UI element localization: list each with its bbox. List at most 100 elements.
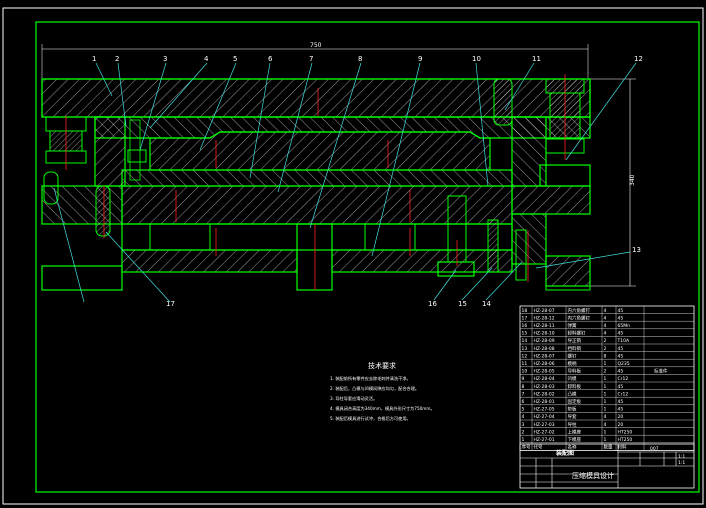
bom-cell: 导柱 [568,421,577,428]
cad-drawing-canvas[interactable]: 750 340 1 2 3 4 5 6 7 8 9 10 11 12131415… [0,0,706,508]
bom-cell: 45 [618,331,624,337]
drawing-number: 007 [650,446,659,452]
bom-cell: 6 [522,399,525,405]
part-number-label: 14 [482,300,491,308]
bom-cell: T10A [617,338,630,344]
note-line: 4. 模具闭合高度为340mm，模具外形尺寸为750mm。 [330,405,435,412]
bom-cell: 18 [522,308,528,314]
part-number-label: 1 [92,55,96,63]
bom-cell: HZ-28-09 [534,338,555,344]
bom-cell: HZ-28-10 [534,331,555,337]
bom-cell: 1 [604,437,607,443]
bom-cell: 1 [604,384,607,390]
bom-cell: HT250 [618,429,633,435]
part-number-label: 4 [204,55,209,63]
bom-cell: 导料板 [568,368,582,375]
bom-header-cell: 材料 [618,444,627,451]
bom-cell: Cr12 [618,391,629,397]
bom-cell: 10 [522,369,528,375]
drawing-subtitle: 压缩模具设计 [572,471,614,480]
bom-cell: 15 [522,331,528,337]
bom-cell: 1 [604,429,607,435]
drawing-title: 装配图 [555,449,574,457]
bom-cell: HZ-27-05 [534,407,555,413]
bom-cell: HZ-28-07 [534,308,555,314]
stripper-plate [121,169,513,187]
bom-cell: 1 [604,361,607,367]
bom-cell: 4 [604,422,607,428]
bom-cell: 45 [618,346,624,352]
bom-cell: 卸料螺钉 [568,330,586,337]
bom-cell: 内六角螺钉 [568,314,591,321]
bom-cell: 1 [522,437,525,443]
bom-cell: 4 [522,414,525,420]
part-number-label: 10 [472,55,481,63]
bom-cell: 17 [522,315,528,321]
bom-cell: 弹簧 [568,322,577,329]
bom-header-cell: 数量 [604,444,613,451]
part-number-label: 7 [309,55,313,63]
bom-cell: HZ-27-02 [534,429,555,435]
part-number-label: 9 [418,55,422,63]
bom-cell: HZ-28-12 [534,315,555,321]
bom-cell: 凸模 [568,390,577,397]
bom-cell: 45 [618,399,624,405]
note-line: 2. 装配后，凸模与凹模间隙应均匀，配合合理。 [330,385,419,392]
bom-cell: 1 [604,399,607,405]
width-dimension: 750 [41,42,589,78]
bom-cell: 45 [618,407,624,413]
bom-cell: HZ-28-05 [534,369,555,375]
bom-cell: 8 [604,353,607,359]
bom-cell: 2 [522,429,525,435]
bom-cell: HZ-27-01 [534,437,555,443]
note-line: 1. 装配前所有零件应去除毛刺并清洗干净。 [330,375,411,382]
bom-header-cell: 序号 [522,444,531,451]
bom-cell: 固定板 [568,398,582,405]
bom-cell: 螺钉 [568,352,577,359]
bom-cell: 导套 [568,413,577,420]
bom-cell: 1 [604,391,607,397]
technical-notes: 技术要求 1. 装配前所有零件应去除毛刺并清洗干净。 2. 装配后，凸模与凹模间… [330,361,435,422]
part-number-label: 13 [632,246,641,254]
bom-cell: 上模座 [568,428,582,435]
bom-cell: 4 [604,315,607,321]
bom-cell: HZ-28-04 [534,376,555,382]
bom-cell: HZ-27-04 [534,414,555,420]
bom-cell: 45 [618,308,624,314]
part-number-label: 15 [458,300,467,308]
bom-cell: HZ-28-06 [534,361,555,367]
bom-cell: 20 [618,422,624,428]
bom-cell: 2 [604,369,607,375]
part-number-label: 6 [268,55,273,63]
bom-cell: 12 [522,353,528,359]
part-number-label: 17 [166,300,175,308]
part-number-label: 5 [233,55,237,63]
bom-cell: 7 [522,391,525,397]
bom-cell: 4 [604,331,607,337]
bom-cell: 2 [604,338,607,344]
bom-cell: HZ-27-03 [534,422,555,428]
bom-cell: 1 [604,407,607,413]
bom-cell: 8 [522,384,525,390]
note-line: 5. 装配后模具进行试冲，合格后方可使用。 [330,415,411,422]
part-number-label: 11 [532,55,541,63]
bom-cell: HZ-28-03 [534,384,555,390]
bom-cell: 3 [522,422,525,428]
height-dim-text: 340 [629,174,636,186]
bom-cell: 16 [522,323,528,329]
bom-cell: Q235 [618,361,630,367]
bom-cell: 20 [618,414,624,420]
lower-die-plate [121,223,513,291]
bom-cell: 卸料板 [568,383,582,390]
bom-cell: 1 [604,376,607,382]
bom-cell: 挡料销 [568,345,582,352]
bom-table: 18 HZ-28-07 内六角螺钉 4 4517 HZ-28-12 内六角螺钉 4 4516 HZ… [519,305,695,451]
bom-cell: 下模座 [568,436,582,443]
note-line: 3. 导柱导套应滑动灵活。 [330,395,377,402]
bom-cell: HZ-28-11 [534,323,555,329]
part-number-label: 3 [163,55,167,63]
bom-cell: 45 [618,384,624,390]
bom-cell: 45 [618,315,624,321]
part-number-label: 16 [428,300,437,308]
bom-cell: 4 [604,308,607,314]
